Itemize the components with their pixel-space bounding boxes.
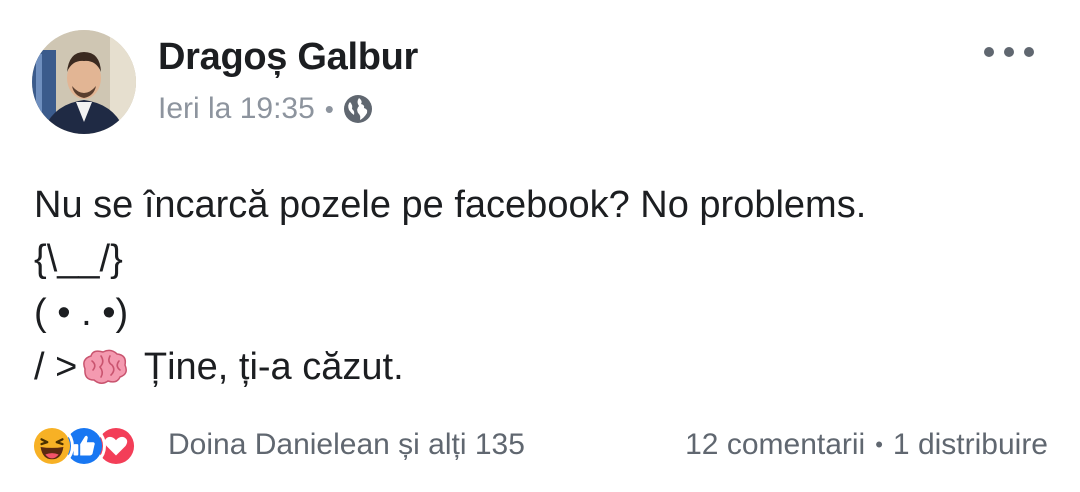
haha-icon xyxy=(30,424,74,468)
more-dot xyxy=(1024,47,1034,57)
reactors-summary[interactable]: Doina Danielean și alți 135 xyxy=(168,428,525,462)
post-line: Nu se încarcă pozele pe facebook? No pro… xyxy=(34,184,867,226)
post-line: {\__/} xyxy=(34,238,123,280)
post-meta: Ieri la 19:35 • xyxy=(158,92,374,126)
comments-count[interactable]: 12 comentarii xyxy=(685,428,865,462)
post-line-suffix: Ține, ți-a căzut. xyxy=(133,346,404,388)
author-name[interactable]: Dragoș Galbur xyxy=(158,36,418,79)
post-timestamp[interactable]: Ieri la 19:35 xyxy=(158,92,315,126)
post-line: ( • . •) xyxy=(34,292,129,334)
more-options-icon[interactable] xyxy=(984,40,1034,64)
post-body: Nu se încarcă pozele pe facebook? No pro… xyxy=(34,178,866,394)
reaction-icons[interactable] xyxy=(30,422,138,470)
meta-separator: • xyxy=(324,93,334,124)
author-avatar[interactable] xyxy=(32,30,136,134)
post-stats: 12 comentarii • 1 distribuire xyxy=(685,428,1048,462)
shares-count[interactable]: 1 distribuire xyxy=(893,428,1048,462)
post-line: / > Ține, ți-a căzut. xyxy=(34,340,866,394)
post-footer: Doina Danielean și alți 135 12 comentari… xyxy=(0,418,1080,474)
post-line-prefix: / > xyxy=(34,346,78,388)
facebook-post: Dragoș Galbur Ieri la 19:35 • Nu se înca… xyxy=(0,0,1080,492)
more-dot xyxy=(984,47,994,57)
more-dot xyxy=(1004,47,1014,57)
avatar-photo xyxy=(32,30,136,134)
brain-emoji-icon xyxy=(79,347,129,387)
stats-separator: • xyxy=(875,432,883,457)
globe-icon[interactable] xyxy=(342,93,374,125)
